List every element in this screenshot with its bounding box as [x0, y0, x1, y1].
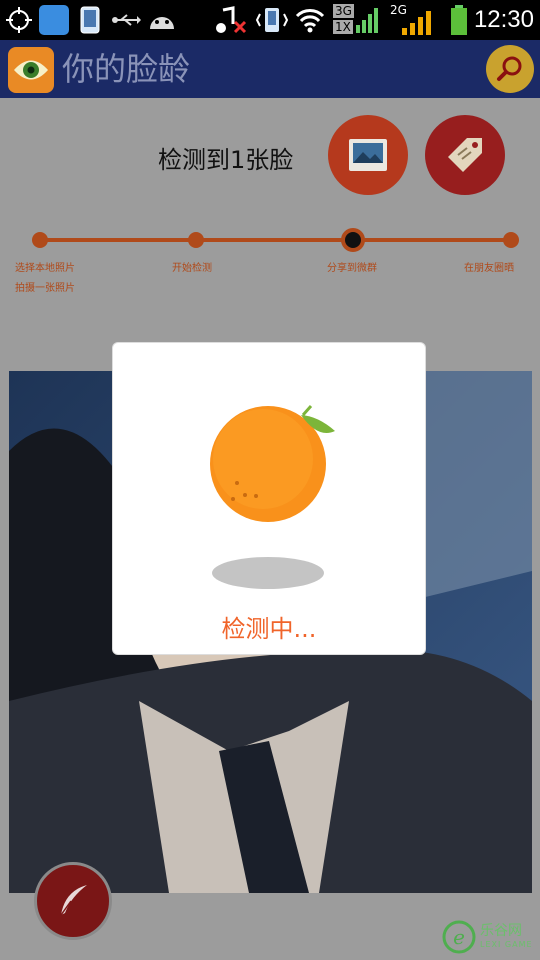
- face-count-text: 检测到1张脸: [158, 146, 294, 174]
- step-sublabel: 拍摄一张照片: [15, 283, 75, 294]
- step-dot-current: [341, 228, 365, 252]
- network-3g-label: 3G: [333, 4, 354, 18]
- signal-2g-icon: 2G: [390, 3, 434, 35]
- watermark-name: 乐谷网: [480, 923, 522, 939]
- app-title: 你的脸龄: [62, 50, 191, 88]
- signal-3g-icon: 3G 1X: [332, 4, 382, 35]
- wifi-icon: [294, 5, 326, 35]
- orange-icon: [210, 405, 335, 589]
- gallery-button[interactable]: [328, 115, 408, 195]
- network-1x-label: 1X: [333, 20, 353, 34]
- tag-button[interactable]: [425, 115, 505, 195]
- step-dot: [32, 232, 48, 248]
- search-button[interactable]: [486, 45, 534, 93]
- status-bar: 3G 1X 2G 12:30: [0, 0, 540, 40]
- image-icon: [349, 139, 387, 171]
- app-logo-eye-icon: [8, 47, 54, 93]
- app-notification-icon: [38, 5, 70, 35]
- step-label: 开始检测: [172, 263, 212, 274]
- app-bar: 你的脸龄: [0, 40, 540, 98]
- step-dot: [188, 232, 204, 248]
- android-icon: [146, 5, 178, 35]
- music-muted-icon: [214, 5, 248, 35]
- vibrate-icon: [254, 5, 290, 35]
- detecting-status-text: 检测中...: [221, 615, 317, 643]
- battery-icon: [448, 5, 470, 35]
- phone-icon: [76, 5, 104, 35]
- crosshair-icon: [4, 5, 34, 35]
- detecting-dialog: 检测中...: [113, 343, 425, 654]
- svg-text:e: e: [453, 925, 465, 949]
- search-icon: [497, 56, 522, 81]
- tag-icon: [448, 138, 482, 172]
- usb-icon: [110, 5, 142, 35]
- clock: 12:30: [473, 6, 534, 33]
- step-label: 分享到微群: [327, 263, 377, 274]
- watermark-logo: e 乐谷网 LEXI GAME: [442, 916, 537, 960]
- progress-steps: [32, 228, 519, 252]
- watermark-sub: LEXI GAME: [480, 940, 533, 949]
- step-label: 选择本地照片: [15, 263, 75, 274]
- step-dot: [503, 232, 519, 248]
- edit-button[interactable]: [34, 862, 112, 940]
- step-label: 在朋友圈晒: [464, 263, 514, 274]
- quill-icon: [60, 885, 87, 916]
